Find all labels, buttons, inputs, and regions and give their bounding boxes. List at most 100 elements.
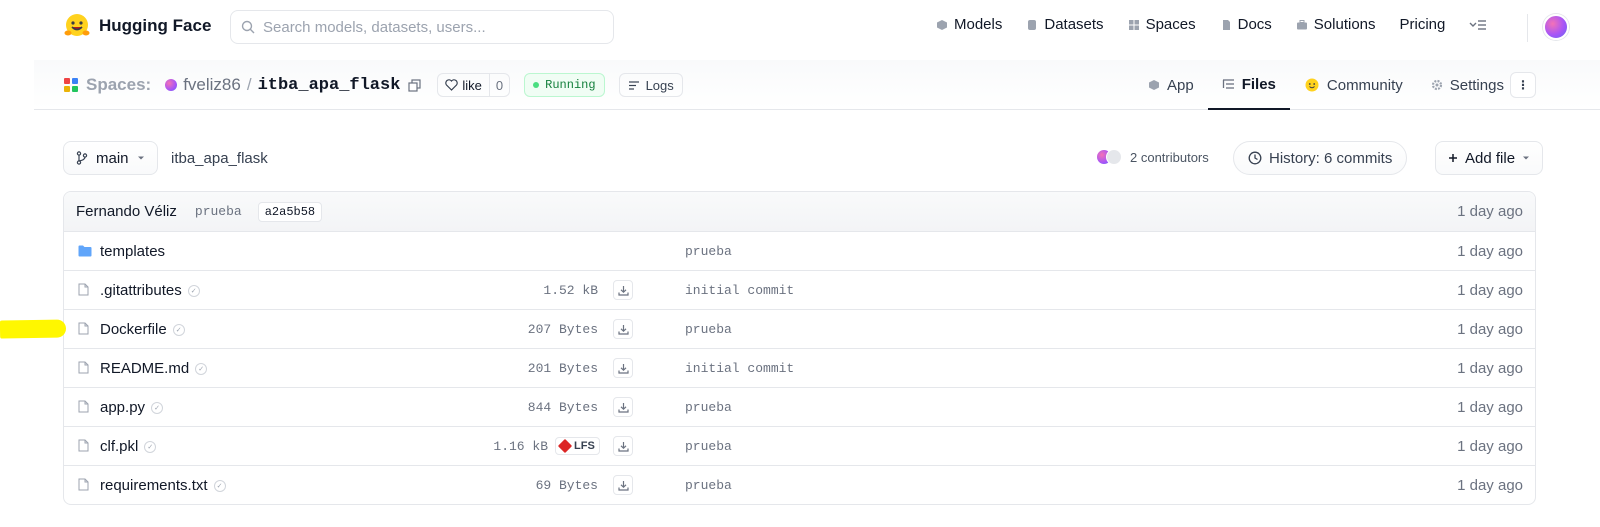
safe-check-icon[interactable]: ✓ xyxy=(195,362,208,375)
tab-files[interactable]: Files xyxy=(1207,60,1290,110)
nav-more-menu[interactable] xyxy=(1469,19,1487,31)
commit-author[interactable]: Fernando Véliz xyxy=(76,203,177,220)
spaces-icon xyxy=(64,78,78,92)
file-commit-time: 1 day ago xyxy=(1457,399,1523,416)
commit-message[interactable]: prueba xyxy=(195,204,242,219)
nav-spaces[interactable]: Spaces xyxy=(1128,16,1196,33)
file-commit-time: 1 day ago xyxy=(1457,282,1523,299)
nav-models[interactable]: Models xyxy=(936,16,1002,33)
cube-icon xyxy=(937,19,947,30)
file-name-wrap: README.md ✓ xyxy=(100,360,208,377)
chevron-down-icon xyxy=(137,156,144,160)
nav-docs[interactable]: Docs xyxy=(1220,16,1272,33)
lfs-label: LFS xyxy=(574,440,595,452)
file-commit-time: 1 day ago xyxy=(1457,477,1523,494)
safe-check-icon[interactable]: ✓ xyxy=(151,401,164,414)
download-icon[interactable] xyxy=(613,436,633,456)
file-row[interactable]: clf.pkl ✓ 1.16 kB LFS prueba 1 day ago xyxy=(64,427,1535,466)
hugging-face-logo-icon xyxy=(64,14,90,36)
file-row[interactable]: README.md ✓ 201 Bytes initial commit 1 day a… xyxy=(64,349,1535,388)
nav-pricing[interactable]: Pricing xyxy=(1400,16,1446,33)
add-file-button[interactable]: Add file xyxy=(1435,141,1544,175)
contributors-label: 2 contributors xyxy=(1130,149,1209,165)
lfs-badge[interactable]: LFS xyxy=(555,437,600,455)
safe-check-icon[interactable]: ✓ xyxy=(213,479,226,492)
commit-time: 1 day ago xyxy=(1457,203,1523,220)
last-commit-row: Fernando Véliz prueba a2a5b58 1 day ago xyxy=(64,192,1535,232)
lfs-icon xyxy=(557,438,573,454)
file-name-link[interactable]: requirements.txt xyxy=(100,477,208,494)
tab-app[interactable]: App xyxy=(1134,60,1208,110)
branch-selector[interactable]: main xyxy=(63,141,158,175)
gear-icon xyxy=(1431,79,1442,91)
safe-check-icon[interactable]: ✓ xyxy=(172,323,185,336)
repo-section-label[interactable]: Spaces: xyxy=(86,75,151,95)
file-name-link[interactable]: app.py xyxy=(100,399,145,416)
like-button[interactable]: like 0 xyxy=(437,73,511,97)
repo-owner-link[interactable]: fveliz86 xyxy=(183,75,241,95)
search-input[interactable] xyxy=(263,18,593,36)
file-name-link[interactable]: clf.pkl xyxy=(100,438,138,455)
file-commit-message[interactable]: initial commit xyxy=(685,361,794,376)
download-icon[interactable] xyxy=(613,280,633,300)
logs-button[interactable]: Logs xyxy=(618,73,683,97)
file-table: Fernando Véliz prueba a2a5b58 1 day ago … xyxy=(63,191,1536,505)
owner-avatar xyxy=(165,79,178,91)
branch-icon xyxy=(76,151,88,165)
file-commit-message[interactable]: prueba xyxy=(685,400,732,415)
file-name-wrap: templates xyxy=(100,243,165,260)
brand[interactable]: Hugging Face xyxy=(63,12,211,40)
commit-hash[interactable]: a2a5b58 xyxy=(257,201,323,222)
copy-icon[interactable] xyxy=(408,78,422,92)
file-icon xyxy=(78,283,89,300)
file-row[interactable]: .gitattributes ✓ 1.52 kB initial commit 1 da… xyxy=(64,271,1535,310)
file-commit-message[interactable]: prueba xyxy=(685,244,732,259)
file-name-link[interactable]: Dockerfile xyxy=(100,321,167,338)
file-name-link[interactable]: templates xyxy=(100,243,165,260)
like-count: 0 xyxy=(488,74,509,96)
nav-solutions[interactable]: Solutions xyxy=(1296,16,1376,33)
contributor-avatars xyxy=(1096,149,1124,165)
file-commit-message[interactable]: prueba xyxy=(685,322,732,337)
safe-check-icon[interactable]: ✓ xyxy=(144,440,157,453)
file-name-link[interactable]: README.md xyxy=(100,360,189,377)
status-badge[interactable]: Running xyxy=(524,73,605,97)
user-avatar[interactable] xyxy=(1543,14,1569,40)
contributors[interactable]: 2 contributors xyxy=(1096,149,1209,165)
download-icon[interactable] xyxy=(613,358,633,378)
heart-icon xyxy=(445,79,459,91)
repo-path-separator: / xyxy=(246,75,252,94)
file-row[interactable]: app.py ✓ 844 Bytes prueba 1 day ago xyxy=(64,388,1535,427)
safe-check-icon[interactable]: ✓ xyxy=(187,284,200,297)
file-commit-message[interactable]: initial commit xyxy=(685,283,794,298)
cube-icon xyxy=(1149,80,1159,90)
download-icon[interactable] xyxy=(613,397,633,417)
file-commit-message[interactable]: prueba xyxy=(685,439,732,454)
tab-settings-label: Settings xyxy=(1449,76,1504,94)
repo-tabs: App Files Community Settings xyxy=(1134,60,1518,110)
history-button[interactable]: History: 6 commits xyxy=(1233,141,1408,175)
kebab-menu-icon[interactable]: ⋮ xyxy=(1510,72,1536,98)
tab-community[interactable]: Community xyxy=(1290,60,1417,110)
file-row[interactable]: Dockerfile ✓ 207 Bytes prueba 1 day ago xyxy=(64,310,1535,349)
like-label: like xyxy=(462,77,482,93)
nav-docs-label: Docs xyxy=(1237,16,1272,33)
highlight-mark xyxy=(0,319,67,339)
file-commit-time: 1 day ago xyxy=(1457,438,1523,455)
nav-datasets-label: Datasets xyxy=(1044,16,1104,33)
file-row[interactable]: templates prueba 1 day ago xyxy=(64,232,1535,271)
file-name-wrap: .gitattributes ✓ xyxy=(100,282,200,299)
breadcrumb[interactable]: itba_apa_flask xyxy=(171,150,268,167)
file-icon xyxy=(78,361,89,378)
file-commit-message[interactable]: prueba xyxy=(685,478,732,493)
file-name-wrap: Dockerfile ✓ xyxy=(100,321,185,338)
file-row[interactable]: requirements.txt ✓ 69 Bytes prueba 1 day ago xyxy=(64,466,1535,504)
download-icon[interactable] xyxy=(613,475,633,495)
tab-settings[interactable]: Settings xyxy=(1417,60,1518,110)
nav-datasets[interactable]: Datasets xyxy=(1026,16,1104,33)
search-icon xyxy=(241,20,255,34)
repo-name-link[interactable]: itba_apa_flask xyxy=(258,76,401,95)
download-icon[interactable] xyxy=(613,319,633,339)
file-name-link[interactable]: .gitattributes xyxy=(100,282,182,299)
nav-models-label: Models xyxy=(954,16,1003,33)
